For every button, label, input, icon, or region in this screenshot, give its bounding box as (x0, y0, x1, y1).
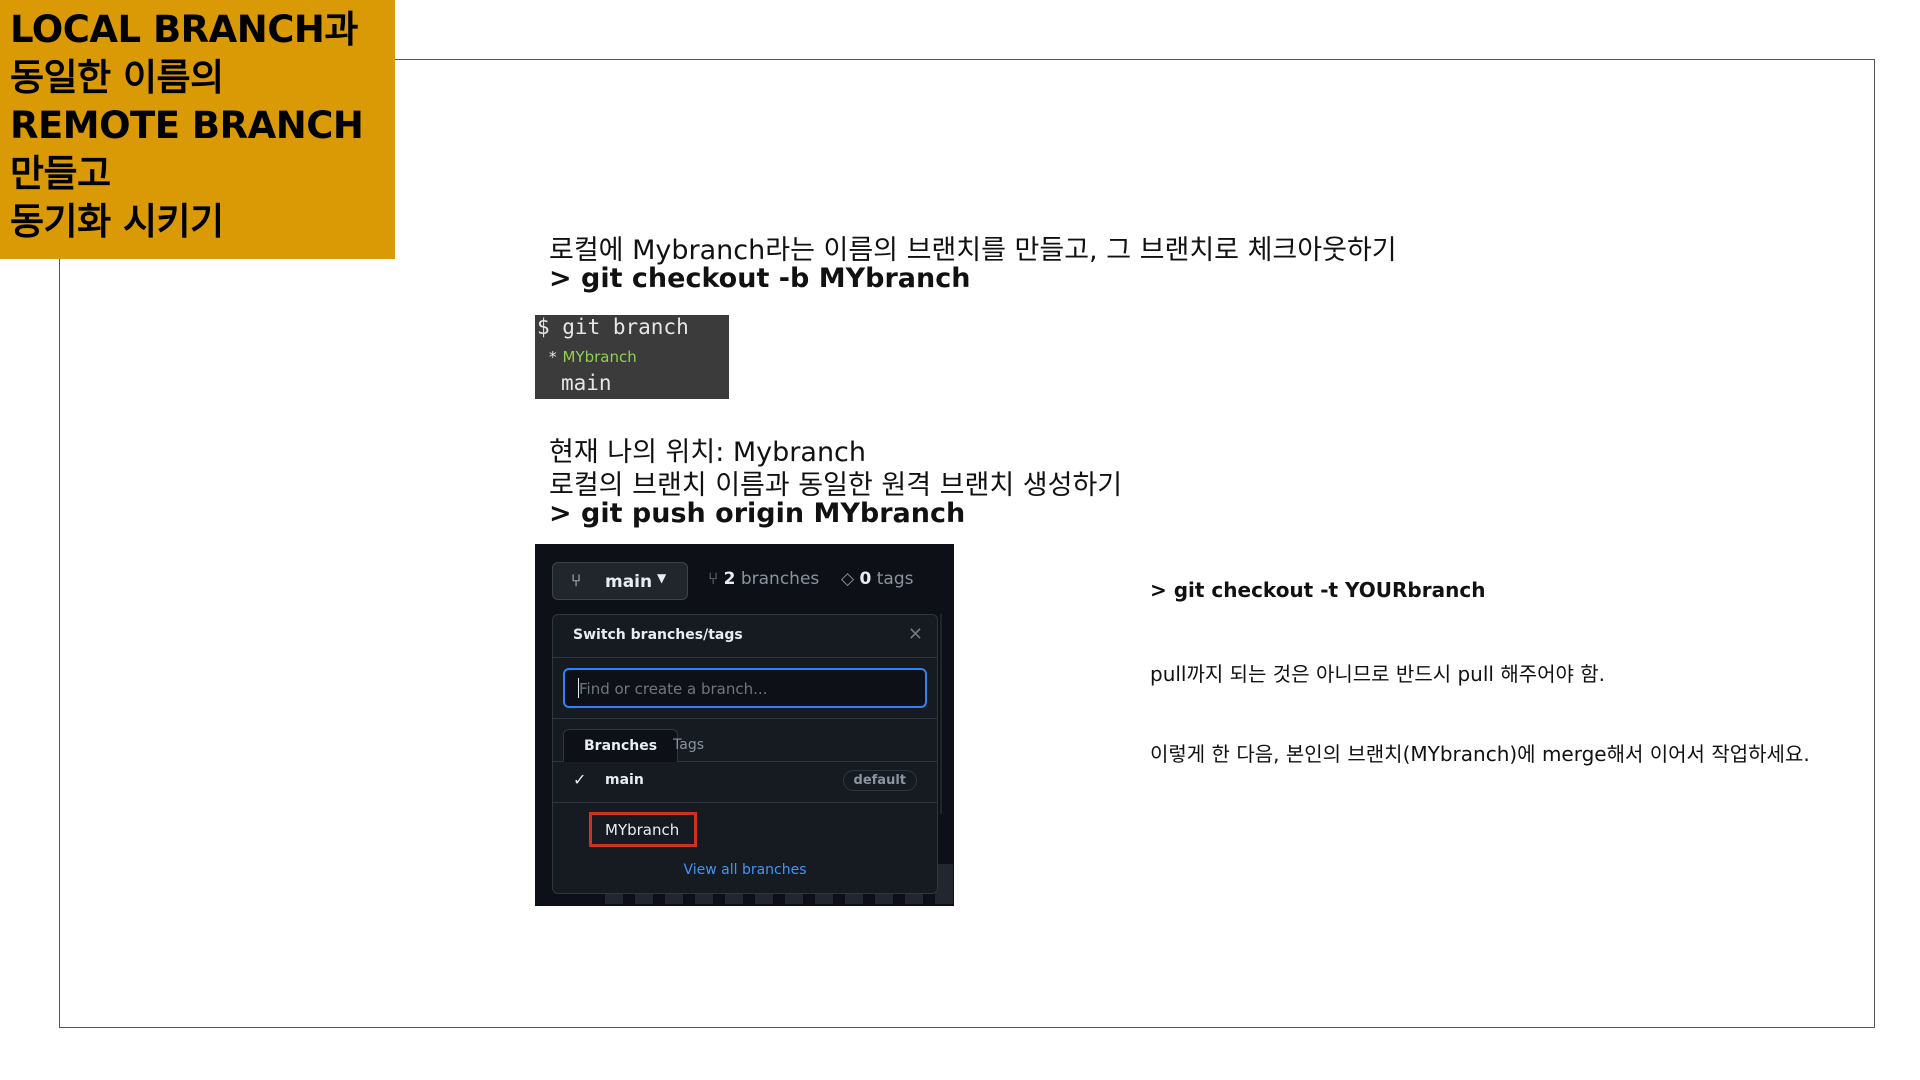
close-icon[interactable]: ✕ (908, 624, 923, 645)
branch-dropdown: Switch branches/tags ✕ Branches Tags ✓ m… (552, 614, 938, 894)
title-line-3: REMOTE BRANCH (10, 104, 364, 147)
branch-select-button[interactable]: ⑂ main ▼ (552, 562, 688, 600)
text-cursor (578, 678, 579, 698)
git-branch-icon: ⑂ (571, 571, 582, 591)
tracking-command: > git checkout -t YOURbranch (1150, 578, 1486, 602)
merge-note: 이렇게 한 다음, 본인의 브랜치(MYbranch)에 merge해서 이어서… (1150, 742, 1810, 766)
caret-down-icon: ▼ (657, 571, 667, 585)
divider (940, 614, 942, 814)
branch-item-mybranch[interactable]: MYbranch (589, 812, 697, 847)
title-line-2: 동일한 이름의 (10, 56, 224, 99)
slide-title-box: LOCAL BRANCH과 동일한 이름의 REMOTE BRANCH 만들고 … (0, 0, 395, 259)
branches-link[interactable]: ⑂ 2 branches (708, 569, 819, 589)
view-all-branches-link[interactable]: View all branches (553, 862, 937, 878)
dropdown-tabs: Branches Tags (553, 718, 937, 762)
github-branch-screenshot: ⑂ main ▼ ⑂ 2 branches ◇ 0 tags Switch br… (535, 544, 954, 906)
terminal-command: $ git branch (537, 315, 689, 339)
tab-tags[interactable]: Tags (653, 729, 724, 762)
section1-description: 로컬에 Mybranch라는 이름의 브랜치를 만들고, 그 브랜치로 체크아웃… (549, 235, 1397, 266)
terminal-current-branch: * MYbranch (549, 348, 637, 366)
current-branch-star: * (549, 348, 557, 366)
terminal-screenshot: $ git branch * MYbranch main (535, 315, 729, 399)
branches-label: branches (740, 569, 820, 589)
branches-count: 2 (723, 569, 736, 589)
tag-icon: ◇ (841, 569, 855, 589)
tags-label: tags (876, 569, 914, 589)
tags-count: 0 (859, 569, 872, 589)
default-badge: default (842, 770, 917, 791)
dropdown-header: Switch branches/tags ✕ (553, 615, 937, 658)
branch-search-input[interactable] (577, 679, 911, 699)
branch-select-label: main (605, 572, 653, 592)
section2-description: 로컬의 브랜치 이름과 동일한 원격 브랜치 생성하기 (549, 470, 1123, 501)
branch-item-main[interactable]: ✓ main default (553, 760, 937, 803)
section1-command: > git checkout -b MYbranch (549, 263, 971, 294)
title-line-4: 만들고 (10, 152, 111, 195)
terminal-other-branch: main (561, 371, 612, 395)
title-line-5: 동기화 시키기 (10, 200, 224, 243)
tags-link[interactable]: ◇ 0 tags (841, 569, 913, 589)
dropdown-title: Switch branches/tags (573, 627, 743, 643)
git-branch-icon: ⑂ (708, 569, 719, 589)
branch-item-label: main (605, 772, 644, 788)
section2-command: > git push origin MYbranch (549, 498, 966, 529)
check-icon: ✓ (573, 770, 587, 789)
title-line-1: LOCAL BRANCH과 (10, 8, 358, 51)
branch-search-field[interactable] (563, 668, 927, 708)
terminal-current-branch-label: MYbranch (562, 348, 637, 366)
pull-note: pull까지 되는 것은 아니므로 반드시 pull 해주어야 함. (1150, 662, 1606, 686)
